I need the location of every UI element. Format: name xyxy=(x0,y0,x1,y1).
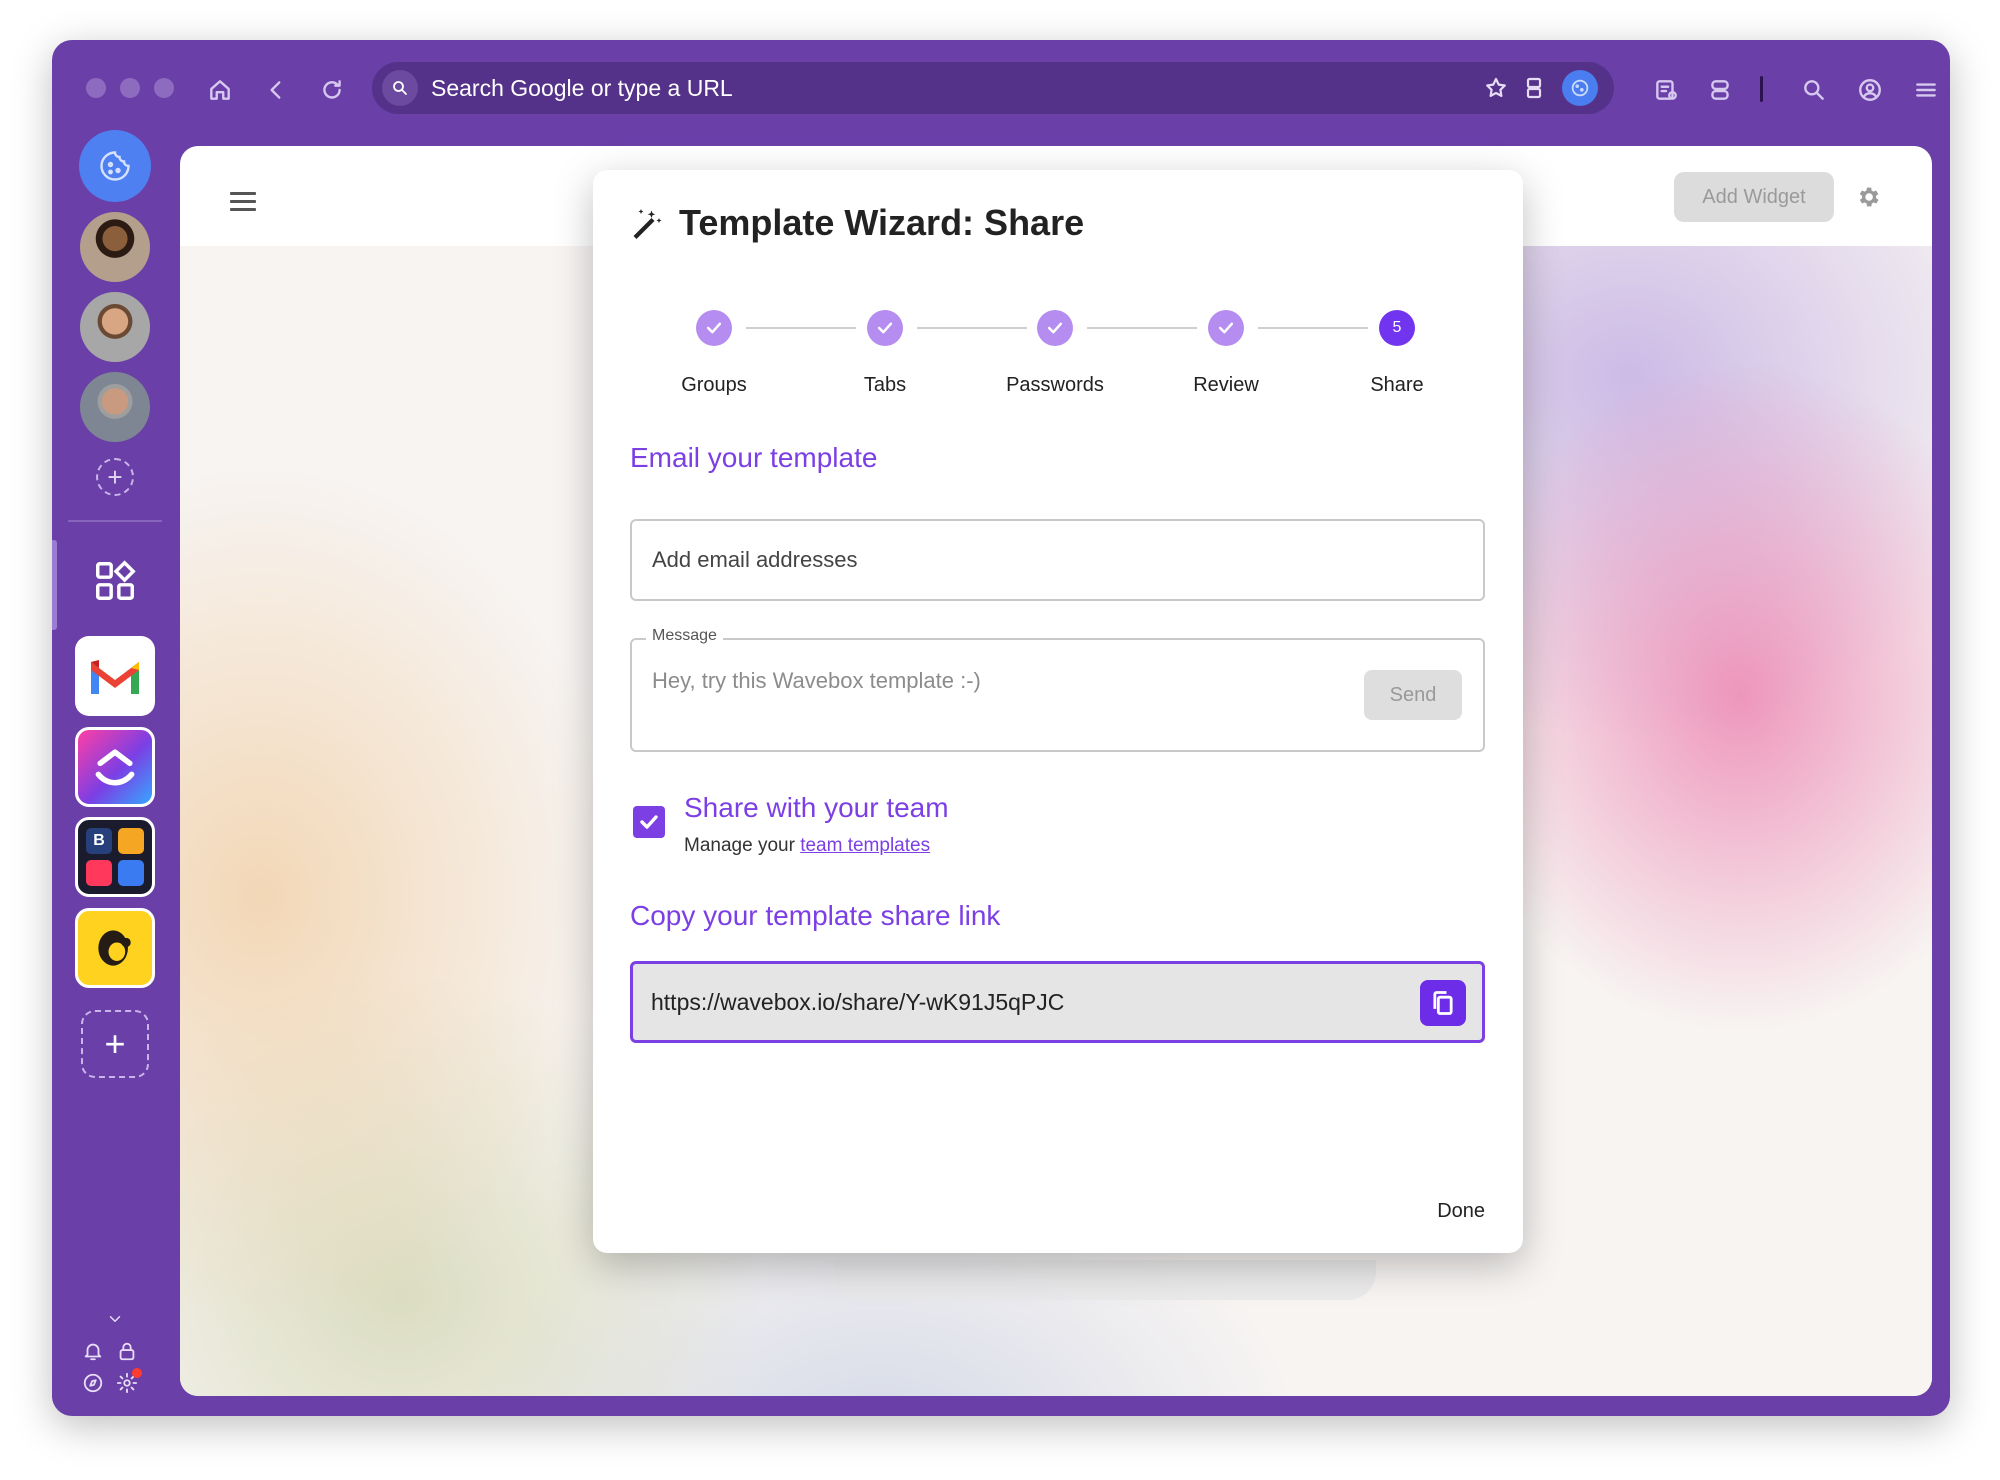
compass-app-icon xyxy=(118,828,144,854)
booking-icon: B xyxy=(86,828,112,854)
team-templates-link[interactable]: team templates xyxy=(800,835,930,856)
window-controls xyxy=(86,78,174,98)
menu-icon[interactable] xyxy=(1910,74,1942,106)
mailchimp-app-icon[interactable] xyxy=(75,908,155,988)
share-link-section-heading: Copy your template share link xyxy=(630,900,1001,931)
gmail-app-icon[interactable] xyxy=(75,636,155,716)
airbnb-icon xyxy=(86,860,112,886)
step-review-check-icon[interactable] xyxy=(1208,310,1244,346)
close-window-button[interactable] xyxy=(86,78,106,98)
share-with-team-checkbox[interactable] xyxy=(633,806,665,838)
checkmark-icon xyxy=(640,815,658,829)
profile-avatar-2[interactable] xyxy=(80,292,150,362)
page-menu-icon[interactable] xyxy=(230,192,256,212)
copy-icon xyxy=(1433,991,1453,1015)
sidebar-bottom-icons xyxy=(82,1310,152,1394)
clickup-app-icon[interactable] xyxy=(75,727,155,807)
minimize-window-button[interactable] xyxy=(120,78,140,98)
profile-cookie-icon[interactable] xyxy=(1562,70,1598,106)
split-view-icon[interactable] xyxy=(1520,74,1548,102)
step-groups-check-icon[interactable] xyxy=(696,310,732,346)
bookmark-star-icon[interactable] xyxy=(1482,74,1510,102)
dialog-title: Template Wizard: Share xyxy=(679,202,1085,243)
toolbar-divider xyxy=(1760,76,1763,102)
lock-icon[interactable] xyxy=(116,1340,138,1362)
step-share-number[interactable]: 5 xyxy=(1379,310,1415,346)
add-widget-button[interactable]: Add Widget xyxy=(1674,172,1834,222)
message-placeholder: Hey, try this Wavebox template :-) xyxy=(652,668,981,693)
address-bar-placeholder: Search Google or type a URL xyxy=(431,75,733,101)
profile-avatar-1[interactable] xyxy=(80,212,150,282)
step-connector xyxy=(746,327,856,329)
compass-icon[interactable] xyxy=(82,1372,104,1394)
add-app-icon[interactable]: + xyxy=(81,1010,149,1078)
reload-icon[interactable] xyxy=(316,74,348,106)
share-with-team-label[interactable]: Share with your team xyxy=(684,792,949,824)
template-wizard-dialog: Template Wizard: Share 5 Groups Tabs Pas… xyxy=(593,170,1523,1253)
profile-avatar-3[interactable] xyxy=(80,372,150,442)
step-tabs-check-icon[interactable] xyxy=(867,310,903,346)
flight-app-icon xyxy=(118,860,144,886)
notifications-bell-icon[interactable] xyxy=(82,1340,104,1362)
maximize-window-button[interactable] xyxy=(154,78,174,98)
add-profile-icon[interactable]: + xyxy=(96,458,134,496)
manage-prefix: Manage your xyxy=(684,835,801,856)
home-icon[interactable] xyxy=(204,74,236,106)
step-connector xyxy=(917,327,1027,329)
step-passwords-check-icon[interactable] xyxy=(1037,310,1073,346)
back-icon[interactable] xyxy=(260,74,292,106)
copy-link-button[interactable] xyxy=(1420,980,1466,1026)
send-button[interactable]: Send xyxy=(1364,670,1462,720)
notification-badge xyxy=(132,1368,142,1378)
share-link-field[interactable]: https://wavebox.io/share/Y-wK91J5qPJC xyxy=(630,961,1485,1043)
email-addresses-input[interactable]: Add email addresses xyxy=(630,519,1485,601)
manage-team-templates-text: Manage your team templates xyxy=(684,835,930,857)
account-icon[interactable] xyxy=(1854,74,1886,106)
message-field[interactable]: Message Hey, try this Wavebox template :… xyxy=(630,627,1485,752)
step-label-tabs: Tabs xyxy=(863,374,907,396)
email-input-placeholder: Add email addresses xyxy=(652,547,858,572)
page-settings-gear-icon[interactable] xyxy=(1855,184,1881,210)
sidebar-divider xyxy=(68,520,162,522)
active-indicator xyxy=(52,540,57,630)
email-section-heading: Email your template xyxy=(630,442,878,473)
widgets-grid-icon[interactable] xyxy=(92,558,138,604)
reading-list-icon[interactable] xyxy=(1650,74,1682,106)
done-button[interactable]: Done xyxy=(1437,1200,1485,1223)
message-label: Message xyxy=(646,627,723,645)
step-connector xyxy=(1087,327,1197,329)
search-icon xyxy=(382,70,418,106)
tab-stack-icon[interactable] xyxy=(1704,74,1736,106)
magic-wand-icon xyxy=(633,209,662,239)
share-link-url: https://wavebox.io/share/Y-wK91J5qPJC xyxy=(651,989,1065,1015)
step-label-share: Share xyxy=(1370,374,1424,396)
step-label-review: Review xyxy=(1193,374,1259,396)
wizard-stepper: 5 Groups Tabs Passwords Review Share xyxy=(593,310,1523,410)
step-connector xyxy=(1258,327,1368,329)
profile-cookie-avatar[interactable] xyxy=(79,130,151,202)
search-tabs-icon[interactable] xyxy=(1798,74,1830,106)
address-bar[interactable]: Search Google or type a URL xyxy=(372,62,1614,114)
collapse-chevron-icon[interactable] xyxy=(106,1310,124,1328)
background-card xyxy=(834,1260,1376,1300)
step-label-groups: Groups xyxy=(681,374,747,396)
travel-apps-group-icon[interactable]: B xyxy=(75,817,155,897)
step-label-passwords: Passwords xyxy=(1006,374,1104,396)
